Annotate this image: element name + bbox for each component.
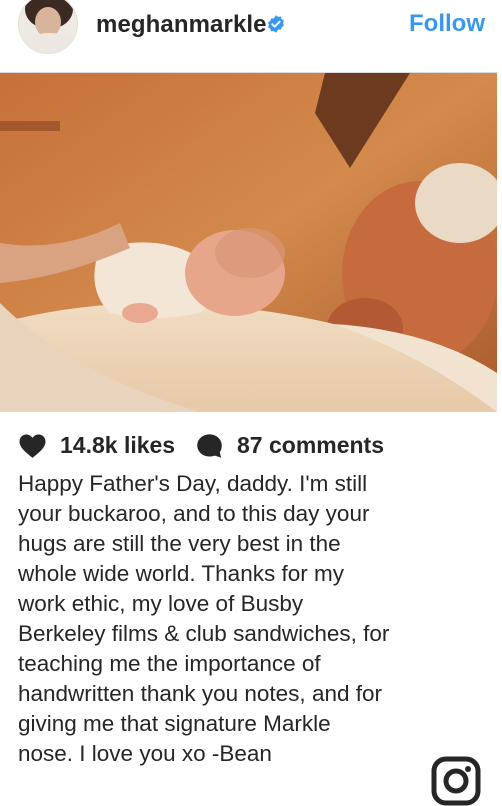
post-photo[interactable]: [0, 73, 497, 412]
caption-line: teaching me the importance of: [18, 651, 321, 676]
post-caption: Happy Father's Day, daddy. I'm still you…: [18, 469, 438, 769]
caption-line: Berkeley films & club sandwiches, for: [18, 621, 390, 646]
heart-icon[interactable]: [18, 433, 47, 459]
caption-line: your buckaroo, and to this day your: [18, 501, 370, 526]
instagram-icon: [431, 756, 481, 806]
caption-line: work ethic, my love of Busby: [18, 591, 304, 616]
profile-avatar[interactable]: [18, 0, 78, 54]
comment-bubble-icon[interactable]: [195, 432, 224, 460]
verified-badge-icon: [268, 15, 284, 33]
comments-count[interactable]: 87 comments: [237, 432, 384, 459]
caption-line: nose. I love you xo -Bean: [18, 741, 272, 766]
post-actions: 14.8k likes 87 comments: [0, 430, 498, 464]
caption-line: Happy Father's Day, daddy. I'm still: [18, 471, 368, 496]
post-photo-image: [0, 73, 497, 412]
likes-count[interactable]: 14.8k likes: [60, 432, 175, 459]
caption-line: giving me that signature Markle: [18, 711, 331, 736]
follow-button[interactable]: Follow: [409, 10, 485, 38]
username[interactable]: meghanmarkle: [96, 11, 267, 39]
caption-line: hugs are still the very best in the: [18, 531, 341, 556]
caption-line: whole wide world. Thanks for my: [18, 561, 344, 586]
caption-line: handwritten thank you notes, and for: [18, 681, 382, 706]
post-header: meghanmarkle Follow: [0, 0, 498, 73]
